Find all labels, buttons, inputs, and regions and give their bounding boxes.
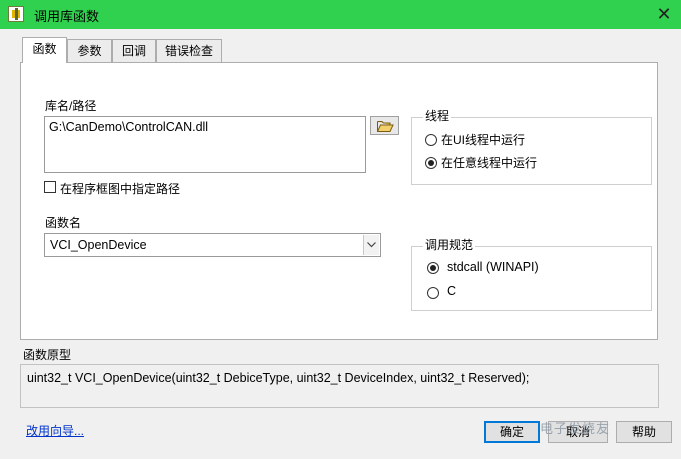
- thread-any-radio[interactable]: [425, 157, 437, 169]
- thread-group: [411, 117, 652, 185]
- title-bar: 调用库函数 ✕: [0, 0, 681, 29]
- library-path-label: 库名/路径: [45, 99, 97, 113]
- stdcall-radio[interactable]: [427, 262, 439, 274]
- specify-path-checkbox[interactable]: [44, 181, 56, 193]
- calling-convention-title: 调用规范: [423, 236, 476, 253]
- thread-any-label: 在任意线程中运行: [441, 156, 538, 170]
- c-convention-label: C: [447, 284, 457, 298]
- tab-parameters[interactable]: 参数: [67, 39, 112, 62]
- help-button[interactable]: 帮助: [616, 421, 672, 443]
- tab-error-checking[interactable]: 错误检查: [156, 39, 222, 62]
- window-title: 调用库函数: [34, 9, 100, 24]
- dialog-window: 调用库函数 ✕ 函数 参数 回调 错误检查 库名/路径 G:\CanDemo\C…: [0, 0, 681, 459]
- function-name-label: 函数名: [45, 216, 82, 230]
- labview-app-icon: [8, 6, 24, 22]
- prototype-text: uint32_t VCI_OpenDevice(uint32_t DebiceT…: [20, 364, 659, 408]
- thread-group-title: 线程: [423, 107, 452, 124]
- function-name-combo[interactable]: VCI_OpenDevice: [44, 233, 381, 257]
- tab-callbacks[interactable]: 回调: [112, 39, 156, 62]
- stdcall-label: stdcall (WINAPI): [447, 260, 539, 274]
- library-path-input[interactable]: G:\CanDemo\ControlCAN.dll: [44, 116, 366, 173]
- browse-button[interactable]: [370, 116, 399, 135]
- use-wizard-link[interactable]: 改用向导...: [26, 422, 84, 439]
- specify-path-label: 在程序框图中指定路径: [60, 182, 181, 196]
- folder-open-icon: [377, 121, 394, 132]
- thread-ui-label: 在UI线程中运行: [441, 133, 526, 147]
- close-button[interactable]: ✕: [652, 3, 676, 25]
- watermark-text: 电子发烧友: [540, 421, 611, 436]
- c-convention-radio[interactable]: [427, 287, 439, 299]
- thread-ui-radio[interactable]: [425, 134, 437, 146]
- prototype-label: 函数原型: [23, 348, 72, 362]
- tab-function[interactable]: 函数: [22, 37, 67, 63]
- function-name-value: VCI_OpenDevice: [50, 238, 147, 252]
- calling-convention-group: [411, 246, 652, 311]
- chevron-down-icon[interactable]: [363, 235, 379, 255]
- ok-button[interactable]: 确定: [484, 421, 540, 443]
